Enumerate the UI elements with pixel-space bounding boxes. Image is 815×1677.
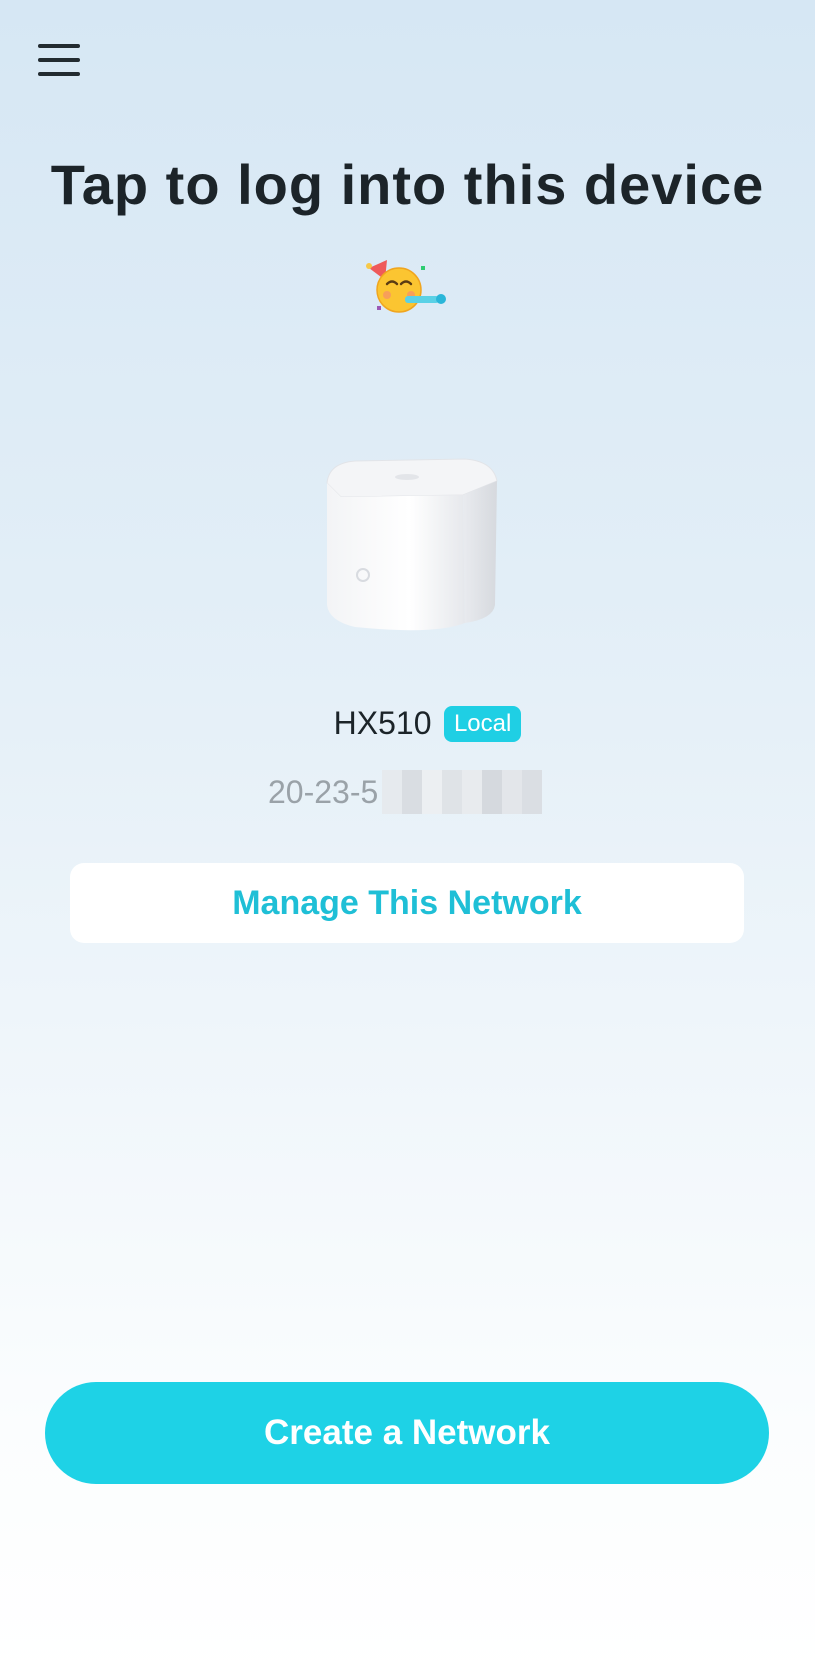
page-title: Tap to log into this device — [50, 153, 765, 216]
device-mac-address: 20-23-5 — [268, 770, 543, 814]
device-name: HX510 — [333, 705, 432, 741]
device-info: HX510 Local — [0, 705, 815, 742]
mac-address-text: 20-23-5 — [268, 773, 379, 810]
partying-face-icon — [366, 260, 446, 313]
create-network-button[interactable]: Create a Network — [45, 1382, 769, 1484]
mesh-router-image — [326, 458, 498, 631]
manage-network-button[interactable]: Manage This Network — [70, 863, 744, 943]
hamburger-menu-icon[interactable] — [36, 40, 84, 80]
status-badge: Local — [443, 705, 522, 742]
mac-address-obscured — [382, 770, 543, 814]
